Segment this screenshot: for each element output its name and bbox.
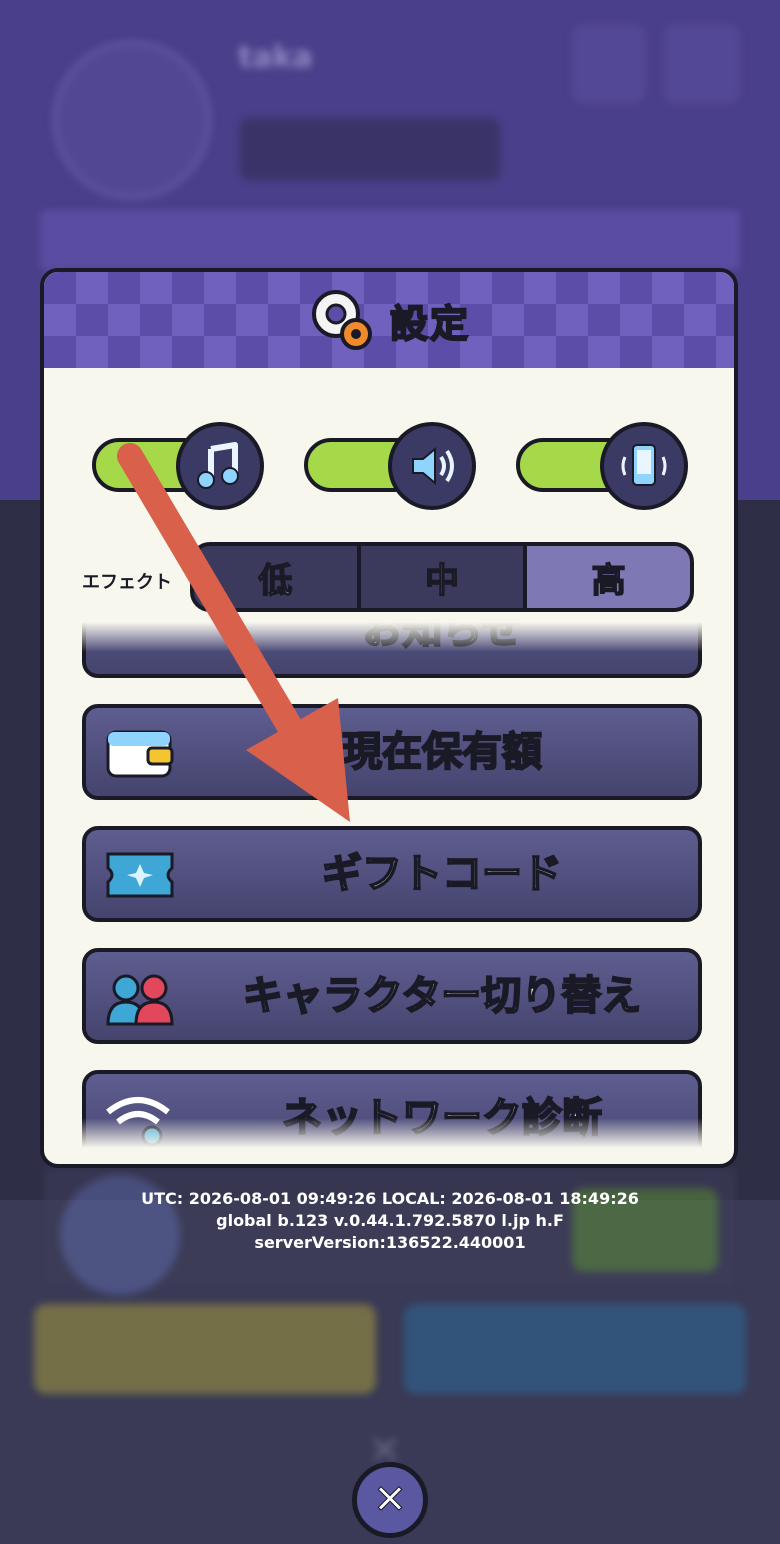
close-icon: ✕ <box>373 1477 408 1523</box>
speaker-icon <box>412 446 454 486</box>
effect-option-low[interactable]: 低 <box>194 546 361 608</box>
balance-button[interactable]: 現在保有額 <box>82 704 702 800</box>
background-icon-button <box>572 24 646 104</box>
time-info-line: UTC: 2026-08-01 09:49:26 LOCAL: 2026-08-… <box>141 1189 639 1208</box>
effect-option-high[interactable]: 高 <box>527 546 690 608</box>
music-toggle-knob <box>176 422 264 510</box>
sound-toggle-knob <box>388 422 476 510</box>
music-note-icon <box>197 442 239 489</box>
effect-selector: 低 中 高 <box>190 542 694 612</box>
list-fade-bottom <box>44 1118 734 1148</box>
switch-character-icon <box>106 974 174 1026</box>
ticket-icon <box>106 852 174 898</box>
build-info-line: global b.123 v.0.44.1.792.5870 l.jp h.F <box>216 1211 564 1230</box>
list-fade-top <box>44 622 734 652</box>
player-badge <box>240 118 500 180</box>
server-version-line: serverVersion:136522.440001 <box>254 1233 526 1252</box>
invite-button-yellow <box>34 1304 376 1394</box>
player-name: taka <box>238 40 313 75</box>
settings-menu-list[interactable]: お知らせ 現在保有額 ギフトコード キャラクター切り替え <box>44 622 734 1148</box>
dialog-title: 設定 <box>389 301 470 347</box>
sound-toggle[interactable] <box>300 422 490 510</box>
settings-gear-icon <box>311 290 372 350</box>
switch-character-button[interactable]: キャラクター切り替え <box>82 948 702 1044</box>
background-icon-button <box>664 24 740 104</box>
effect-label: エフェクト <box>82 572 172 593</box>
switch-character-button-label: キャラクター切り替え <box>242 973 642 1019</box>
character-cards <box>40 210 740 270</box>
gift-code-button-label: ギフトコード <box>321 851 563 897</box>
dialog-header-content: 設定 <box>44 272 734 368</box>
settings-dialog: 設定 エフェクト 低 中 高 現在保有額 ギフトコード キャラクター切り替え <box>40 268 738 1168</box>
balance-button-label: 現在保有額 <box>341 729 543 775</box>
music-toggle[interactable] <box>88 422 278 510</box>
version-info: UTC: 2026-08-01 09:49:26 LOCAL: 2026-08-… <box>0 1188 780 1254</box>
vibration-toggle[interactable] <box>512 422 702 510</box>
effect-option-mid[interactable]: 中 <box>361 546 528 608</box>
vibration-toggle-knob <box>600 422 688 510</box>
player-avatar <box>52 40 212 200</box>
wallet-icon <box>106 730 174 778</box>
gift-code-button[interactable]: ギフトコード <box>82 826 702 922</box>
invite-button-facebook <box>404 1304 746 1394</box>
close-button[interactable]: ✕ <box>352 1462 428 1538</box>
phone-vibration-icon <box>621 444 667 486</box>
